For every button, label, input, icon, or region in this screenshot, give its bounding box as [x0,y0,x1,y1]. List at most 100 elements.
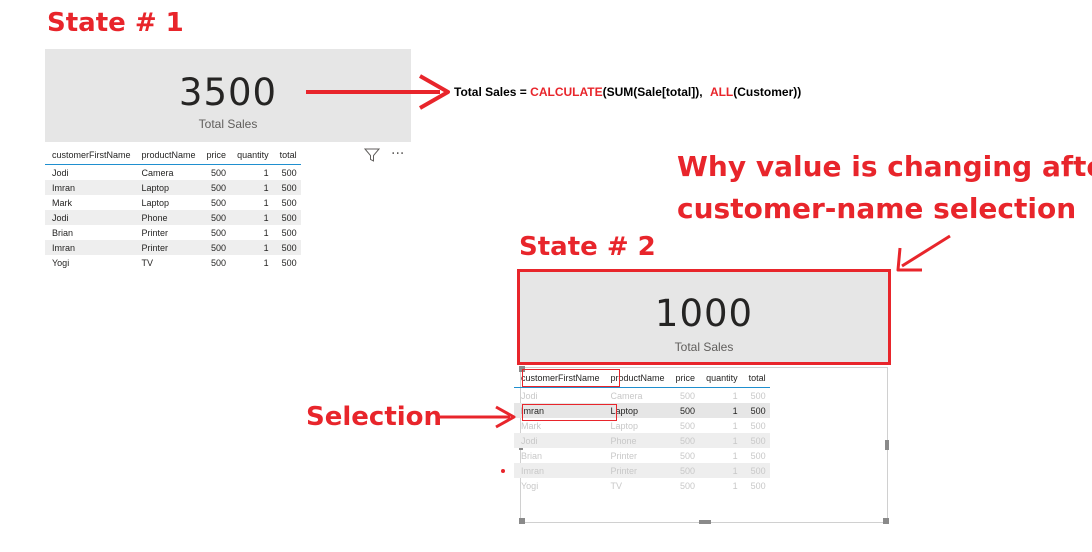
state1-column-header[interactable]: productName [134,146,200,165]
table-cell[interactable]: 500 [199,240,231,255]
table-cell[interactable]: Jodi [45,165,135,181]
table-cell[interactable]: 500 [273,255,301,270]
table-cell[interactable]: 500 [272,240,301,255]
table-cell[interactable]: 500 [272,180,301,195]
table-row[interactable]: Mark Laptop 500 1 500 [45,195,301,210]
table-row[interactable]: Jodi Phone 500 1 500 [514,433,770,448]
table-cell[interactable]: 500 [273,165,301,181]
table-cell[interactable]: 1 [230,180,273,195]
table-row[interactable]: Jodi Camera 500 1 500 [514,388,770,404]
table-cell[interactable]: 500 [668,433,700,448]
resize-handle-r[interactable] [885,440,889,450]
table-cell[interactable]: 500 [742,478,770,493]
table-cell[interactable]: 500 [669,478,700,493]
table-cell[interactable]: 500 [668,403,700,418]
table-cell[interactable]: Phone [603,433,669,448]
resize-handle-br[interactable] [883,518,889,524]
table-cell[interactable]: 1 [230,255,273,270]
table-cell[interactable]: 500 [273,195,301,210]
table-cell[interactable]: 1 [699,403,742,418]
table-cell[interactable]: 500 [200,255,231,270]
resize-handle-bl[interactable] [519,518,525,524]
table-cell[interactable]: 500 [741,403,770,418]
table-cell[interactable]: Camera [604,388,669,404]
table-cell[interactable]: 500 [200,195,231,210]
table-row[interactable]: Brian Printer 500 1 500 [45,225,301,240]
table-cell[interactable]: 500 [741,463,770,478]
table-cell[interactable]: Yogi [514,478,604,493]
table-cell[interactable]: Laptop [134,180,200,195]
state2-total-sales-card[interactable]: 1000 Total Sales [517,269,891,365]
table-cell[interactable]: Mark [45,195,135,210]
table-cell[interactable]: Jodi [514,388,604,404]
state1-heading: State # 1 [47,8,184,38]
state2-column-header[interactable]: total [741,369,770,388]
state2-column-header[interactable]: price [668,369,700,388]
state1-column-header[interactable]: quantity [230,146,273,165]
table-cell[interactable]: 1 [699,448,742,463]
table-cell[interactable]: 1 [230,195,273,210]
formula-fn-calculate: CALCULATE [530,85,603,99]
table-cell[interactable]: Brian [45,225,135,240]
state2-card-value: 1000 [654,292,754,335]
table-cell[interactable]: TV [604,478,669,493]
question-line1: Why value is changing after [677,150,1092,183]
table-row[interactable]: Yogi TV 500 1 500 [514,478,770,493]
table-cell[interactable]: 1 [230,225,273,240]
table-cell[interactable]: 1 [699,418,742,433]
table-cell[interactable]: 500 [272,210,301,225]
resize-handle-b[interactable] [699,520,711,524]
table-cell[interactable]: 1 [699,463,742,478]
table-cell[interactable]: 1 [699,388,742,404]
table-cell[interactable]: 500 [273,225,301,240]
table-row[interactable]: Yogi TV 500 1 500 [45,255,301,270]
table-cell[interactable]: 1 [699,478,742,493]
table-row[interactable]: Imran Laptop 500 1 500 [45,180,301,195]
table-cell[interactable]: Jodi [45,210,135,225]
table-cell[interactable]: Imran [45,240,135,255]
table-cell[interactable]: 500 [742,388,770,404]
table-row[interactable]: Imran Printer 500 1 500 [514,463,770,478]
table-cell[interactable]: Printer [134,240,200,255]
table-cell[interactable]: 500 [741,433,770,448]
table-cell[interactable]: 500 [199,180,231,195]
table-cell[interactable]: 1 [230,210,273,225]
table-cell[interactable]: Printer [135,225,200,240]
table-cell[interactable]: Camera [135,165,200,181]
state2-column-header[interactable]: quantity [699,369,742,388]
table-cell[interactable]: 500 [669,388,700,404]
table-row[interactable]: Jodi Camera 500 1 500 [45,165,301,181]
table-cell[interactable]: 1 [699,433,742,448]
formula-part2: (SUM(Sale[total]), [602,85,706,99]
table-cell[interactable]: 500 [742,448,770,463]
table-cell[interactable]: Brian [514,448,604,463]
filter-icon[interactable] [363,147,381,163]
state1-column-header[interactable]: price [199,146,231,165]
table-cell[interactable]: 500 [199,210,231,225]
question-line2: customer-name selection [677,192,1077,225]
table-cell[interactable]: Imran [514,463,604,478]
table-cell[interactable]: TV [135,255,200,270]
table-cell[interactable]: Jodi [514,433,604,448]
more-options-icon[interactable]: ··· [391,146,404,162]
table-cell[interactable]: 500 [742,418,770,433]
table-cell[interactable]: Printer [604,448,669,463]
table-cell[interactable]: 500 [669,418,700,433]
state1-column-header[interactable]: total [272,146,301,165]
table-cell[interactable]: 500 [200,225,231,240]
table-row[interactable]: Jodi Phone 500 1 500 [45,210,301,225]
table-cell[interactable]: Laptop [135,195,200,210]
table-cell[interactable]: Phone [134,210,200,225]
table-row[interactable]: Imran Printer 500 1 500 [45,240,301,255]
state1-column-header[interactable]: customerFirstName [45,146,135,165]
table-row[interactable]: Brian Printer 500 1 500 [514,448,770,463]
table-cell[interactable]: 500 [668,463,700,478]
table-cell[interactable]: Printer [603,463,669,478]
table-cell[interactable]: Imran [45,180,135,195]
table-cell[interactable]: 1 [230,240,273,255]
table-cell[interactable]: Yogi [45,255,135,270]
table-cell[interactable]: 500 [200,165,231,181]
table-cell[interactable]: 1 [230,165,273,181]
table-cell[interactable]: 500 [669,448,700,463]
state2-header-highlight [522,369,620,387]
